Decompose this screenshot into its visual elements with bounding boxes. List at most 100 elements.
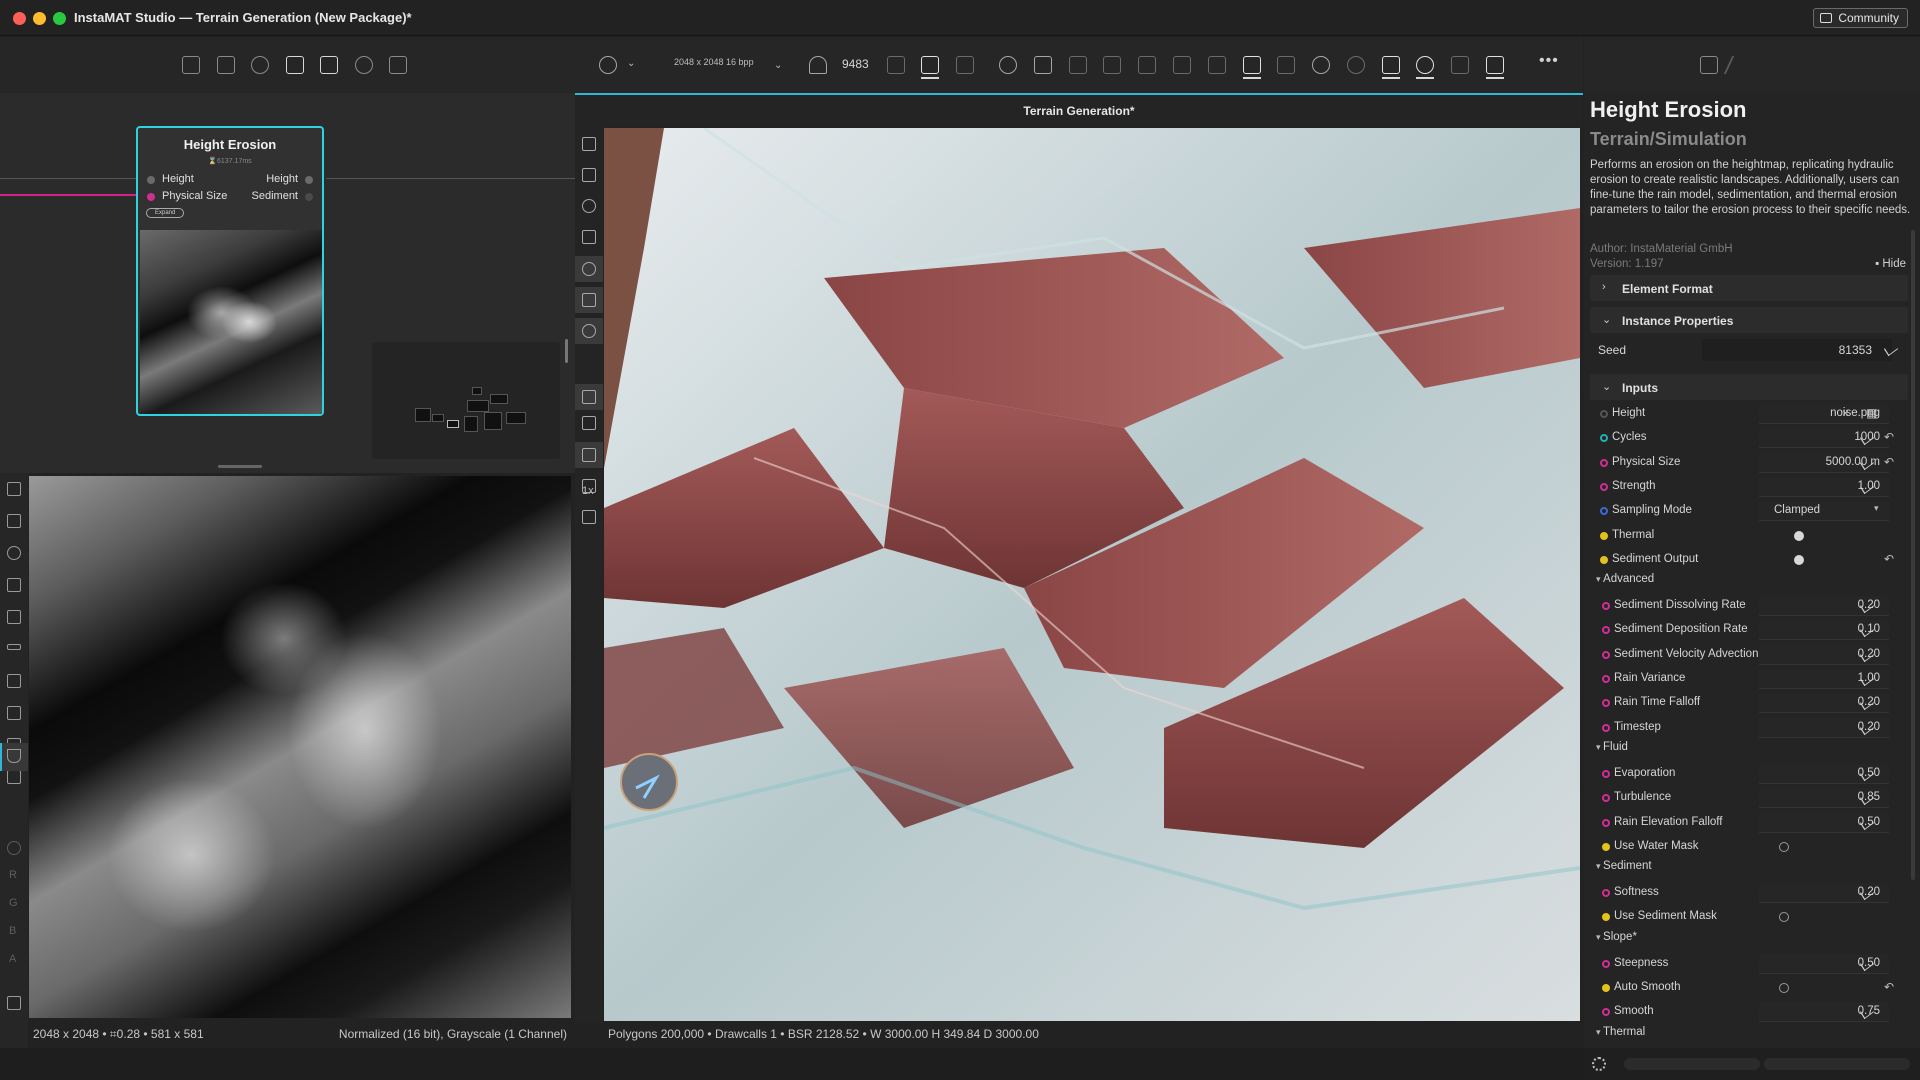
- image-icon[interactable]: [320, 56, 338, 74]
- picture-icon[interactable]: [1382, 56, 1400, 74]
- save-icon[interactable]: [582, 137, 596, 151]
- graph-nodes-icon[interactable]: [286, 56, 304, 74]
- graph-minimap[interactable]: [372, 342, 560, 459]
- filter-tool-active[interactable]: [0, 743, 28, 771]
- camera-icon[interactable]: [582, 416, 596, 430]
- cube-icon[interactable]: [921, 56, 939, 74]
- close-window-button[interactable]: [13, 12, 26, 25]
- pen-icon[interactable]: [7, 706, 21, 720]
- clipboard-icon[interactable]: [582, 168, 596, 182]
- link-icon[interactable]: [1347, 56, 1365, 74]
- chevron-down-icon[interactable]: ⌄: [627, 58, 635, 69]
- lambda-icon[interactable]: [1723, 56, 1751, 74]
- reset-icon[interactable]: ↶: [1884, 430, 1894, 444]
- group-slope[interactable]: Slope*: [1596, 931, 1637, 943]
- minimize-window-button[interactable]: [33, 12, 46, 25]
- zoom-slider[interactable]: [1624, 1058, 1760, 1070]
- node-info-icon[interactable]: [1700, 56, 1718, 74]
- terminal-icon[interactable]: [1173, 56, 1191, 74]
- export-icon[interactable]: [389, 56, 407, 74]
- share-icon[interactable]: [1069, 56, 1087, 74]
- height-erosion-node[interactable]: Height Erosion ⌛6137.17ms Height Physica…: [136, 126, 324, 416]
- section-element-format[interactable]: › Element Format: [1590, 275, 1908, 301]
- output-port-sediment[interactable]: [305, 193, 313, 201]
- ruler-icon[interactable]: [7, 644, 21, 650]
- chevron-down-icon[interactable]: ▾: [1874, 503, 1879, 514]
- display-icon[interactable]: [582, 479, 596, 493]
- add-circle-icon[interactable]: [999, 56, 1017, 74]
- group-advanced[interactable]: Advanced: [1596, 573, 1654, 585]
- properties-scrollbar[interactable]: [1911, 230, 1915, 880]
- toggle-switch[interactable]: [1794, 530, 1804, 541]
- scale-slider[interactable]: [1764, 1058, 1910, 1070]
- clipboard-icon[interactable]: [7, 514, 21, 528]
- save-icon[interactable]: [1034, 56, 1052, 74]
- lighting-tool-active[interactable]: [575, 318, 603, 344]
- crosshair-icon[interactable]: [7, 546, 21, 560]
- globe-icon[interactable]: [1416, 56, 1434, 74]
- frame-icon[interactable]: [7, 610, 21, 624]
- image-icon[interactable]: [956, 56, 974, 74]
- target-icon[interactable]: [582, 199, 596, 213]
- move-icon[interactable]: [582, 230, 596, 244]
- community-button[interactable]: Community: [1813, 8, 1908, 28]
- channel-g-toggle[interactable]: G: [9, 897, 18, 909]
- save-icon[interactable]: [7, 482, 21, 496]
- text-image-icon[interactable]: [1451, 56, 1469, 74]
- output-port-height[interactable]: [305, 176, 313, 184]
- channel-r-toggle[interactable]: R: [9, 869, 17, 881]
- orbit-tool-active[interactable]: [575, 256, 603, 282]
- graph-scrollbar[interactable]: [565, 339, 568, 363]
- terrain-tool-active[interactable]: [575, 442, 603, 468]
- fit-icon[interactable]: [7, 578, 21, 592]
- hierarchy-icon[interactable]: [1138, 56, 1156, 74]
- node-expand-button[interactable]: Expand: [146, 208, 185, 218]
- wave-icon[interactable]: [1312, 56, 1330, 74]
- square-icon[interactable]: [7, 674, 21, 688]
- hide-description-button[interactable]: ▪ Hide: [1875, 258, 1906, 270]
- flash-icon[interactable]: [1277, 56, 1295, 74]
- undo-icon[interactable]: [599, 56, 617, 74]
- reset-icon[interactable]: ↶: [1884, 552, 1894, 566]
- clear-icon[interactable]: ×: [1842, 406, 1849, 420]
- reset-icon[interactable]: ↶: [1884, 980, 1894, 994]
- network-icon[interactable]: [1208, 56, 1226, 74]
- toggle-switch[interactable]: [1794, 554, 1804, 565]
- toggle-switch[interactable]: [1779, 841, 1789, 852]
- more-options-icon[interactable]: •••: [1539, 52, 1559, 70]
- package-icon[interactable]: [182, 56, 200, 74]
- input-port-physical-size[interactable]: [147, 193, 155, 201]
- section-inputs[interactable]: ⌄ Inputs: [1590, 374, 1908, 400]
- unlock-icon[interactable]: [1243, 56, 1261, 74]
- panel-splitter-handle[interactable]: [218, 465, 262, 468]
- grid-icon[interactable]: [7, 770, 21, 784]
- input-port-height[interactable]: [147, 176, 155, 184]
- seed-icon[interactable]: [809, 56, 827, 74]
- heightmap-2d-view[interactable]: [29, 476, 571, 1018]
- toggle-switch[interactable]: [1779, 912, 1789, 923]
- graph-canvas[interactable]: Height Erosion ⌛6137.17ms Height Physica…: [0, 93, 575, 473]
- channel-b-toggle[interactable]: B: [9, 925, 16, 937]
- calculator-icon[interactable]: [1103, 56, 1121, 74]
- texture-icon[interactable]: ▦: [1866, 406, 1877, 420]
- chevron-down-icon[interactable]: ⌄: [774, 60, 782, 71]
- toggle-switch[interactable]: [1779, 983, 1789, 993]
- reset-icon[interactable]: ↶: [1884, 455, 1894, 469]
- ground-tool-active[interactable]: [575, 287, 603, 313]
- layout-icon[interactable]: [1486, 56, 1504, 74]
- group-sediment[interactable]: Sediment: [1596, 860, 1652, 872]
- section-instance-properties[interactable]: ⌄ Instance Properties: [1590, 307, 1908, 333]
- group-thermal[interactable]: Thermal: [1596, 1026, 1645, 1038]
- settings-icon[interactable]: [251, 56, 269, 74]
- histogram-icon[interactable]: [7, 996, 21, 1010]
- channel-a-toggle[interactable]: A: [9, 953, 16, 965]
- box-icon[interactable]: [582, 510, 596, 524]
- 3d-viewport[interactable]: [604, 128, 1580, 1021]
- group-fluid[interactable]: Fluid: [1596, 741, 1628, 753]
- bulb-icon[interactable]: [7, 841, 21, 855]
- maximize-window-button[interactable]: [53, 12, 66, 25]
- refresh-icon[interactable]: [355, 56, 373, 74]
- gear-icon[interactable]: [1592, 1057, 1606, 1071]
- archive-icon[interactable]: [217, 56, 235, 74]
- checker-tool-active[interactable]: [575, 384, 603, 410]
